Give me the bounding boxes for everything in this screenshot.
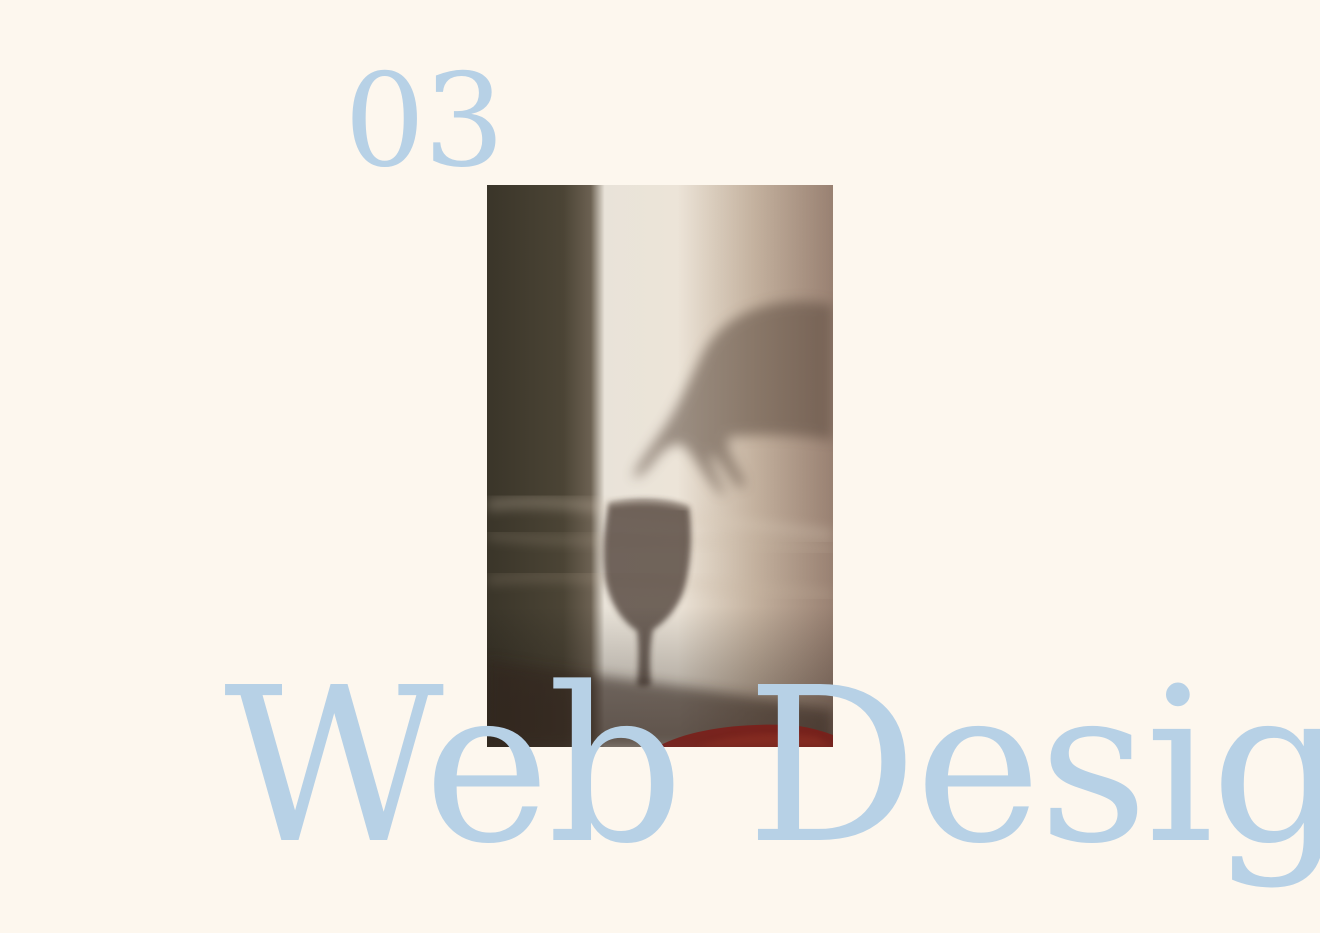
section-title: Web Design bbox=[224, 642, 1320, 891]
portfolio-section-cover: 03 Web Desig bbox=[0, 0, 1320, 933]
section-number: 03 bbox=[344, 47, 505, 196]
